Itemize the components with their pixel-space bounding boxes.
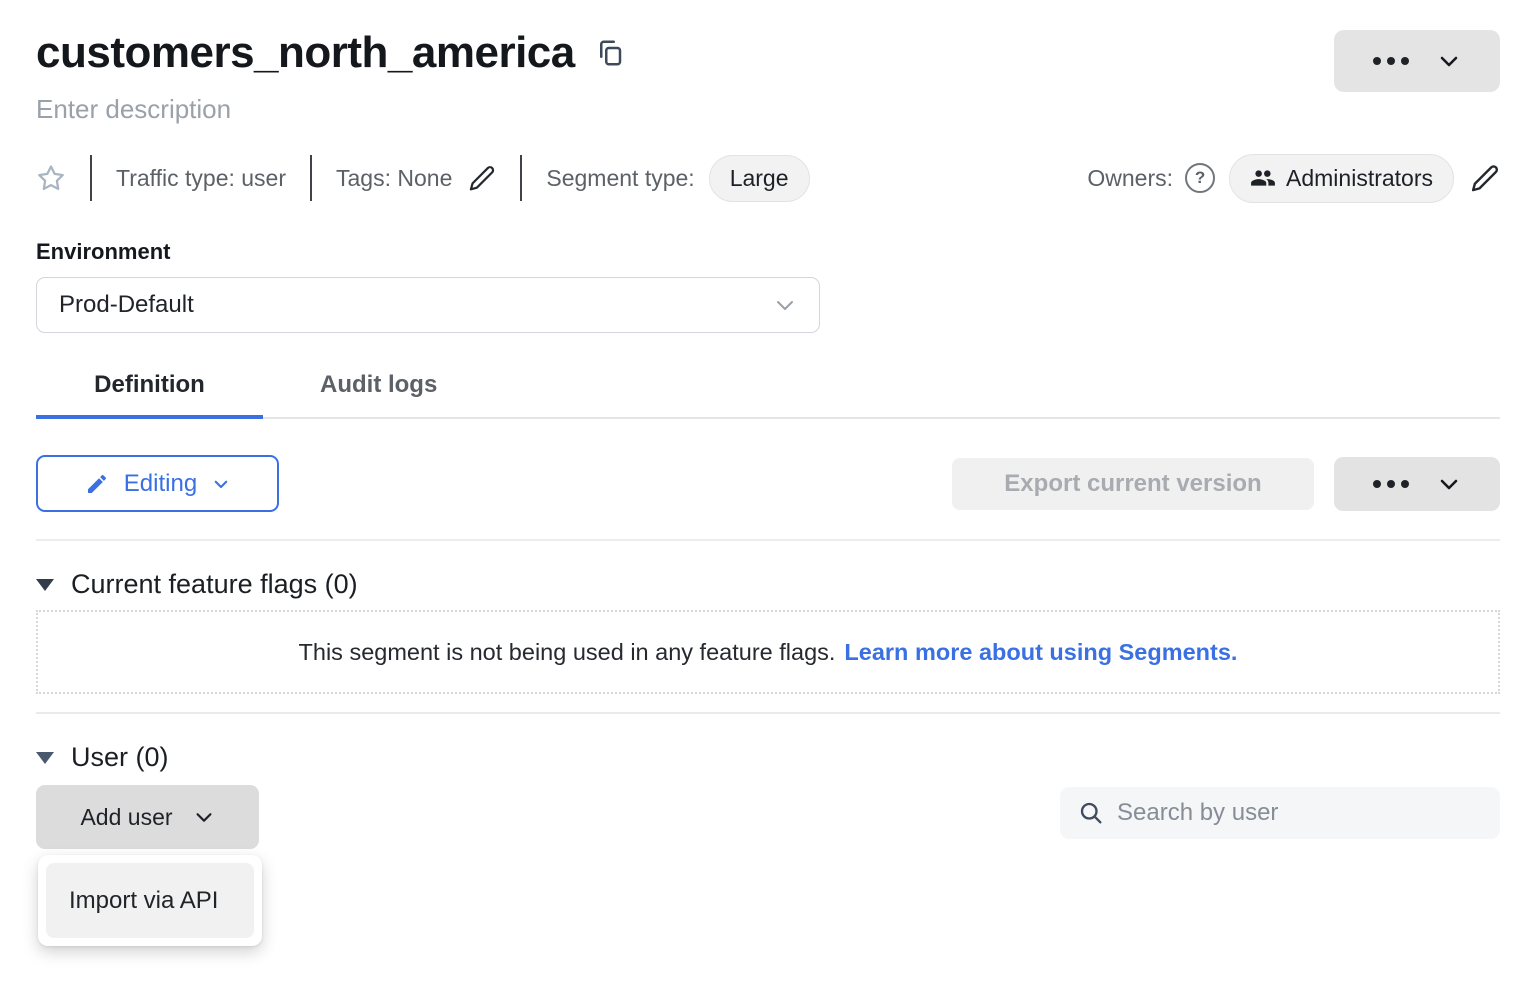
- feature-flags-section: Current feature flags (0) This segment i…: [36, 569, 1500, 694]
- edit-pencil-icon: [85, 472, 109, 496]
- favorite-button[interactable]: [36, 163, 66, 193]
- owners-help-button[interactable]: ?: [1185, 163, 1215, 193]
- section-divider: [36, 539, 1500, 541]
- owners-badge-label: Administrators: [1286, 165, 1433, 192]
- empty-flags-box: This segment is not being used in any fe…: [36, 610, 1500, 694]
- editing-label: Editing: [124, 470, 197, 498]
- menu-item-import-via-api[interactable]: Import via API: [46, 863, 254, 938]
- chevron-down-icon: [212, 475, 230, 493]
- chevron-down-icon: [193, 806, 215, 828]
- disclosure-triangle-icon: [36, 579, 54, 591]
- user-controls-row: Add user Import via API: [36, 785, 1500, 849]
- chevron-down-icon: [1437, 49, 1461, 73]
- segment-detail-page: customers_north_america Enter descriptio…: [0, 0, 1536, 1002]
- search-icon: [1077, 799, 1105, 827]
- edit-pencil-icon: [468, 164, 496, 192]
- divider: [520, 155, 522, 201]
- edit-pencil-icon: [1470, 163, 1500, 193]
- user-section-title: User (0): [71, 742, 169, 773]
- divider: [90, 155, 92, 201]
- title-block: customers_north_america Enter descriptio…: [36, 28, 625, 125]
- tags-label: Tags: None: [336, 165, 452, 192]
- add-user-menu: Import via API: [38, 855, 262, 946]
- feature-flags-title: Current feature flags (0): [71, 569, 358, 600]
- page-title: customers_north_america: [36, 28, 575, 78]
- edit-tags-button[interactable]: [468, 164, 496, 192]
- ellipsis-icon: [1373, 480, 1409, 488]
- segment-type-badge: Large: [709, 155, 810, 202]
- tab-audit-logs[interactable]: Audit logs: [320, 371, 437, 417]
- disclosure-triangle-icon: [36, 752, 54, 764]
- divider: [310, 155, 312, 201]
- learn-more-link[interactable]: Learn more about using Segments.: [844, 639, 1237, 666]
- copy-name-button[interactable]: [595, 38, 625, 68]
- export-version-button[interactable]: Export current version: [952, 458, 1314, 510]
- star-icon: [36, 163, 66, 193]
- ellipsis-icon: [1373, 57, 1409, 65]
- empty-flags-message: This segment is not being used in any fe…: [299, 639, 836, 666]
- page-header: customers_north_america Enter descriptio…: [36, 0, 1500, 125]
- segment-type-label: Segment type:: [546, 165, 694, 192]
- add-user-label: Add user: [80, 804, 172, 831]
- tab-definition[interactable]: Definition: [36, 371, 263, 417]
- add-user-button[interactable]: Add user: [36, 785, 259, 849]
- definition-toolbar: Editing Export current version: [36, 455, 1500, 512]
- environment-selected-value: Prod-Default: [59, 291, 194, 319]
- user-search[interactable]: [1060, 787, 1500, 839]
- chevron-down-icon: [1437, 472, 1461, 496]
- people-icon: [1250, 165, 1276, 191]
- environment-select[interactable]: Prod-Default: [36, 277, 820, 333]
- environment-label: Environment: [36, 239, 1500, 265]
- owners-badge[interactable]: Administrators: [1229, 154, 1454, 203]
- owners-label: Owners:: [1087, 165, 1173, 192]
- traffic-type-label: Traffic type: user: [116, 165, 286, 192]
- user-search-input[interactable]: [1117, 799, 1483, 827]
- environment-section: Environment Prod-Default: [36, 239, 1500, 333]
- user-section: User (0) Add user Import via API: [36, 742, 1500, 849]
- chevron-down-icon: [773, 293, 797, 317]
- copy-icon: [595, 38, 625, 68]
- editing-status-button[interactable]: Editing: [36, 455, 279, 512]
- meta-row: Traffic type: user Tags: None Segment ty…: [36, 153, 1500, 203]
- section-divider: [36, 712, 1500, 714]
- tab-bar: Definition Audit logs: [36, 371, 1500, 419]
- description-placeholder[interactable]: Enter description: [36, 94, 625, 125]
- header-more-button[interactable]: [1334, 30, 1500, 92]
- feature-flags-section-header[interactable]: Current feature flags (0): [36, 569, 1500, 600]
- user-section-header[interactable]: User (0): [36, 742, 1500, 773]
- toolbar-more-button[interactable]: [1334, 457, 1500, 511]
- edit-owners-button[interactable]: [1470, 163, 1500, 193]
- help-circle-icon: ?: [1195, 168, 1205, 188]
